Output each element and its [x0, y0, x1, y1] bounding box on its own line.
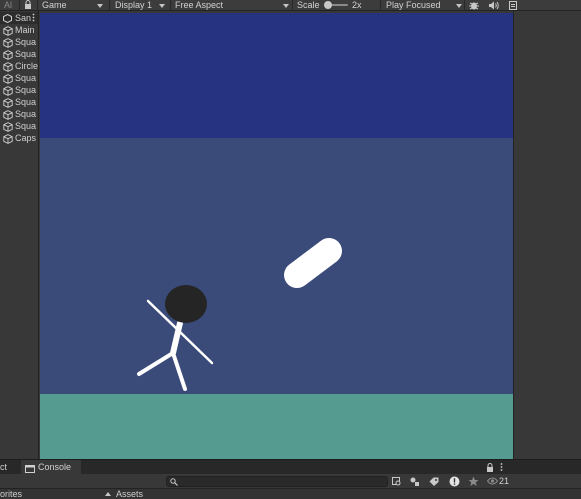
hierarchy-item-label: Circle — [15, 61, 39, 71]
gameobject-cube-icon — [3, 62, 13, 72]
scale-slider-handle[interactable] — [324, 1, 332, 9]
hierarchy-item-label: Squa — [15, 85, 37, 95]
hierarchy-item-label: Main — [15, 25, 35, 35]
label-icon[interactable] — [429, 477, 439, 488]
eye-icon[interactable] — [486, 477, 499, 487]
star-icon[interactable] — [468, 476, 479, 489]
hierarchy-item[interactable]: Squa — [0, 108, 38, 120]
hierarchy-item-label: Squa — [15, 49, 37, 59]
bottom-tab-bar: ct Console — [0, 459, 581, 475]
tab-game[interactable]: Game — [42, 0, 67, 11]
gameobject-cube-icon — [3, 26, 13, 36]
gameobject-cube-icon — [3, 86, 13, 96]
search-by-type-icon[interactable] — [410, 477, 420, 488]
chevron-down-icon[interactable] — [97, 0, 103, 11]
hierarchy-item-label: Squa — [15, 97, 37, 107]
hierarchy-item[interactable]: Main — [0, 24, 38, 36]
hidden-count: 21 — [499, 476, 510, 486]
tab-project[interactable]: ct — [0, 460, 20, 475]
lock-icon[interactable] — [24, 0, 32, 11]
hierarchy-item-label: Squa — [15, 121, 37, 131]
display-dropdown[interactable]: Display 1 — [115, 0, 152, 11]
project-toolbar: 21 — [0, 474, 581, 489]
gameobject-cube-icon — [3, 74, 13, 84]
chevron-down-icon[interactable] — [159, 0, 165, 11]
capsule-sprite — [284, 237, 342, 289]
search-icon — [170, 478, 178, 488]
aspect-dropdown[interactable]: Free Aspect — [175, 0, 223, 11]
kebab-menu-icon[interactable] — [32, 12, 35, 24]
warning-filter-icon[interactable] — [449, 476, 460, 489]
hierarchy-item[interactable]: Squa — [0, 96, 38, 108]
hierarchy-item-label: Caps — [15, 133, 37, 143]
stick-figure-character — [137, 285, 214, 391]
play-mode-dropdown[interactable]: Play Focused — [386, 0, 441, 11]
scene-root-row[interactable]: San — [0, 12, 38, 24]
game-view-toolbar: Al Game Display 1 Free Aspect Scale 2x P… — [0, 0, 581, 11]
scale-value: 2x — [352, 0, 362, 10]
tab-console[interactable]: Console — [21, 460, 81, 475]
hierarchy-item-label: Squa — [15, 109, 37, 119]
hierarchy-panel: San Main Squa Squa Circle Squa Squa Squa Squa Sq… — [0, 11, 39, 459]
hierarchy-item[interactable]: Squa — [0, 48, 38, 60]
gameobject-cube-icon — [3, 98, 13, 108]
hierarchy-item[interactable]: Squa — [0, 36, 38, 48]
gameobject-cube-icon — [3, 110, 13, 120]
scale-label: Scale — [297, 0, 320, 10]
audio-icon[interactable] — [489, 1, 499, 12]
chevron-up-icon[interactable] — [105, 489, 111, 499]
hierarchy-item[interactable]: Squa — [0, 72, 38, 84]
hierarchy-item[interactable]: Squa — [0, 120, 38, 132]
unity-scene-icon — [3, 13, 12, 24]
game-view[interactable] — [40, 13, 513, 459]
assets-label[interactable]: Assets — [116, 489, 143, 499]
hierarchy-item[interactable]: Circle — [0, 60, 39, 72]
kebab-menu-icon[interactable] — [500, 462, 503, 474]
right-panel-empty — [513, 11, 581, 459]
bug-icon[interactable] — [469, 1, 479, 12]
favorites-label[interactable]: orites — [0, 489, 22, 499]
search-input[interactable] — [166, 476, 388, 487]
lock-icon[interactable] — [486, 463, 494, 474]
hierarchy-tab-fragment[interactable]: Al — [4, 0, 12, 11]
gameobject-cube-icon — [3, 38, 13, 48]
hierarchy-item[interactable]: Caps — [0, 132, 38, 144]
chevron-down-icon[interactable] — [283, 0, 289, 11]
gameobject-cube-icon — [3, 122, 13, 132]
gameobject-cube-icon — [3, 134, 13, 144]
search-by-type-icon[interactable] — [392, 477, 402, 488]
hierarchy-item[interactable]: Squa — [0, 84, 38, 96]
chevron-down-icon[interactable] — [456, 0, 462, 11]
gameobject-cube-icon — [3, 50, 13, 60]
project-browser: orites Assets — [0, 489, 581, 499]
hierarchy-item-label: Squa — [15, 37, 37, 47]
scene-name: San — [15, 13, 32, 23]
hierarchy-item-label: Squa — [15, 73, 37, 83]
